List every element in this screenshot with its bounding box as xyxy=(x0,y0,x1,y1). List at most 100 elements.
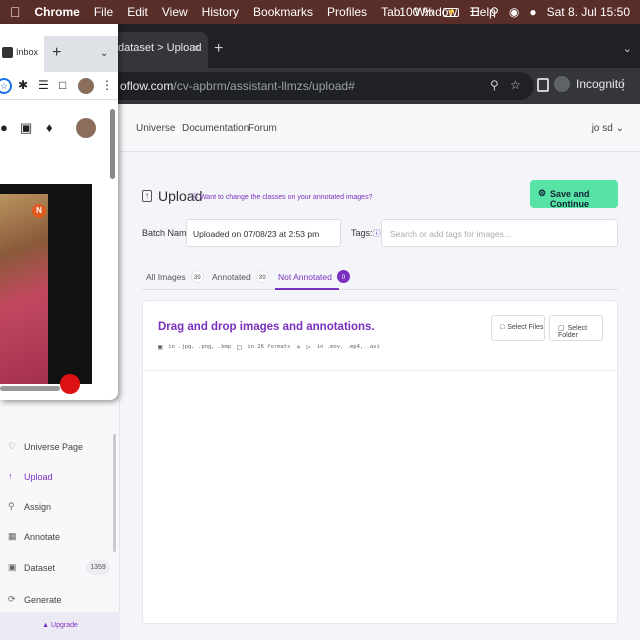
tags-input[interactable]: Search or add tags for images... xyxy=(381,219,618,247)
secondary-tab-title: Inbox xyxy=(16,47,39,57)
save-button-label: Save and Continue xyxy=(550,189,590,209)
chevron-down-icon: ⌄ xyxy=(615,123,624,134)
tab-title: dataset > Upload xyxy=(118,42,202,54)
image-filter-tabs: All Images 39 Annotated 39 Not Annotated… xyxy=(142,262,618,290)
sidebar-scrollbar[interactable] xyxy=(113,434,116,552)
sidebar-item-label: Upload xyxy=(24,472,53,482)
menu-view[interactable]: View xyxy=(162,5,188,19)
new-tab-button[interactable]: + xyxy=(214,40,223,58)
bookmark-star-icon[interactable]: ☆ xyxy=(0,78,12,94)
bookmark-star-icon[interactable]: ☆ xyxy=(510,78,521,92)
tab-all-images[interactable]: All Images 39 xyxy=(146,270,204,283)
generate-icon: ⟳ xyxy=(8,594,16,604)
tab-label: All Images xyxy=(146,271,186,282)
channel-logo-icon: N xyxy=(32,204,46,218)
notifications-bell-icon[interactable]: ♦ xyxy=(46,120,53,135)
spotlight-icon[interactable]: ⚲ xyxy=(490,5,499,19)
upgrade-button[interactable]: ▲ Upgrade xyxy=(0,612,120,640)
video-formats: in .mov, .mp4, .avi xyxy=(316,344,380,350)
secondary-tab-strip: Inbox + ⌄ xyxy=(0,36,118,72)
chrome-menu-icon[interactable]: ⋮ xyxy=(616,76,630,93)
incognito-icon xyxy=(554,76,570,92)
create-video-icon[interactable]: ▣ xyxy=(20,120,32,136)
dropzone-title: Drag and drop images and annotations. xyxy=(158,321,375,333)
nav-documentation[interactable]: Documentation xyxy=(182,123,249,134)
change-classes-link[interactable]: ⓘ Want to change the classes on your ann… xyxy=(191,192,372,202)
nav-forum[interactable]: Forum xyxy=(248,123,277,134)
battery-icon[interactable]: ⚡ xyxy=(443,7,460,17)
secondary-toolbar: ☆ ✱ ☰ □ ⋮ xyxy=(0,72,118,100)
tab-not-annotated[interactable]: Not Annotated 0 xyxy=(278,270,350,283)
control-center-icon[interactable]: ◉ xyxy=(509,5,519,19)
upgrade-icon: ▲ xyxy=(42,622,50,629)
secondary-horizontal-scrollbar[interactable] xyxy=(0,386,60,391)
secondary-new-tab-button[interactable]: + xyxy=(52,44,61,62)
profile-avatar[interactable] xyxy=(78,78,94,94)
tab-label: Not Annotated xyxy=(278,271,332,282)
video-player[interactable]: N xyxy=(0,184,92,394)
save-and-continue-button[interactable]: ⚙ Save and Continue xyxy=(530,180,618,209)
media-controls-icon[interactable]: ☰ xyxy=(38,78,49,92)
browser-tab-upload[interactable]: dataset > Upload × xyxy=(108,32,208,68)
macos-menu-bar:  Chrome File Edit View History Bookmark… xyxy=(0,0,640,24)
address-bar[interactable]: oflow.com/cv-apbrm/assistant-llmzs/uploa… xyxy=(108,72,534,100)
menubar-clock[interactable]: Sat 8. Jul 15:50 xyxy=(547,5,630,19)
menu-tab[interactable]: Tab xyxy=(381,5,400,19)
chrome-menu-icon[interactable]: ⋮ xyxy=(101,78,113,92)
secondary-tab-search-icon[interactable]: ⌄ xyxy=(100,48,108,59)
annotation-formats: in 26 formats xyxy=(247,344,291,350)
tags-label-text: Tags: xyxy=(351,228,373,238)
sidebar-item-dataset[interactable]: ▣ Dataset 1359 xyxy=(0,557,118,579)
tab-close-icon[interactable]: × xyxy=(193,41,200,55)
youtube-header: ● ▣ ♦ xyxy=(0,100,118,152)
video-frame xyxy=(0,194,48,384)
upload-dropzone[interactable]: Drag and drop images and annotations. ▣ … xyxy=(142,300,618,624)
incognito-profile[interactable]: Incognito xyxy=(554,76,625,92)
user-menu[interactable]: jo sd ⌄ xyxy=(592,123,624,134)
url-host: oflow.com xyxy=(120,79,174,93)
file-icon: □ xyxy=(500,324,505,331)
tab-count: 39 xyxy=(255,270,269,283)
secondary-browser-window[interactable]: Inbox + ⌄ ☆ ✱ ☰ □ ⋮ ● ▣ ♦ N xyxy=(0,24,118,400)
side-panel-icon[interactable]: □ xyxy=(59,78,66,92)
zoom-icon[interactable]: ⚲ xyxy=(490,78,499,92)
search-icon: ⚲ xyxy=(8,501,15,511)
sidebar-item-label: Assign xyxy=(24,502,52,512)
menu-edit[interactable]: Edit xyxy=(127,5,148,19)
menu-bookmarks[interactable]: Bookmarks xyxy=(253,5,313,19)
sidebar-item-upload[interactable]: ↑ Upload xyxy=(0,466,118,488)
tags-help-icon[interactable]: ⓘ xyxy=(373,229,381,238)
sidebar-item-assign[interactable]: ⚲ Assign xyxy=(0,496,118,518)
select-folder-button[interactable]: ▢ Select Folder xyxy=(549,315,603,341)
secondary-tab-inbox[interactable]: Inbox xyxy=(0,36,44,72)
wifi-icon[interactable]: ☰ xyxy=(469,5,480,19)
microphone-icon[interactable]: ● xyxy=(0,120,8,135)
tab-count: 39 xyxy=(190,270,204,283)
apple-menu-icon[interactable]:  xyxy=(10,4,21,20)
upgrade-label: Upgrade xyxy=(51,622,78,629)
upload-icon: ↑ xyxy=(142,190,152,202)
menu-profiles[interactable]: Profiles xyxy=(327,5,367,19)
menu-file[interactable]: File xyxy=(94,5,113,19)
sidebar-item-generate[interactable]: ⟳ Generate xyxy=(0,589,118,611)
image-formats: in .jpg, .png, .bmp xyxy=(168,344,232,350)
menu-history[interactable]: History xyxy=(202,5,239,19)
record-button[interactable] xyxy=(60,374,80,394)
dropzone-header: Drag and drop images and annotations. ▣ … xyxy=(143,301,617,371)
youtube-avatar[interactable] xyxy=(76,118,96,138)
tags-label: Tags:ⓘ xyxy=(351,228,381,239)
sidebar-item-annotate[interactable]: ▦ Annotate xyxy=(0,526,118,548)
secondary-scrollbar[interactable] xyxy=(110,109,115,179)
formats-chevron-icon[interactable]: » xyxy=(296,343,300,351)
user-name: jo sd xyxy=(591,123,613,134)
menu-chrome[interactable]: Chrome xyxy=(35,5,80,19)
select-files-button[interactable]: □ Select Files xyxy=(491,315,545,341)
sidebar-item-universe-page[interactable]: ♡ Universe Page xyxy=(0,436,118,458)
tab-annotated[interactable]: Annotated 39 xyxy=(212,270,269,283)
nav-universe[interactable]: Universe xyxy=(136,123,175,134)
tab-search-chevron-icon[interactable]: ⌄ xyxy=(623,42,632,55)
siri-icon[interactable]: ● xyxy=(529,5,536,19)
batch-name-input[interactable]: Uploaded on 07/08/23 at 2:53 pm xyxy=(186,219,341,247)
extensions-icon[interactable]: ✱ xyxy=(18,78,28,92)
side-panel-icon[interactable] xyxy=(537,78,549,92)
